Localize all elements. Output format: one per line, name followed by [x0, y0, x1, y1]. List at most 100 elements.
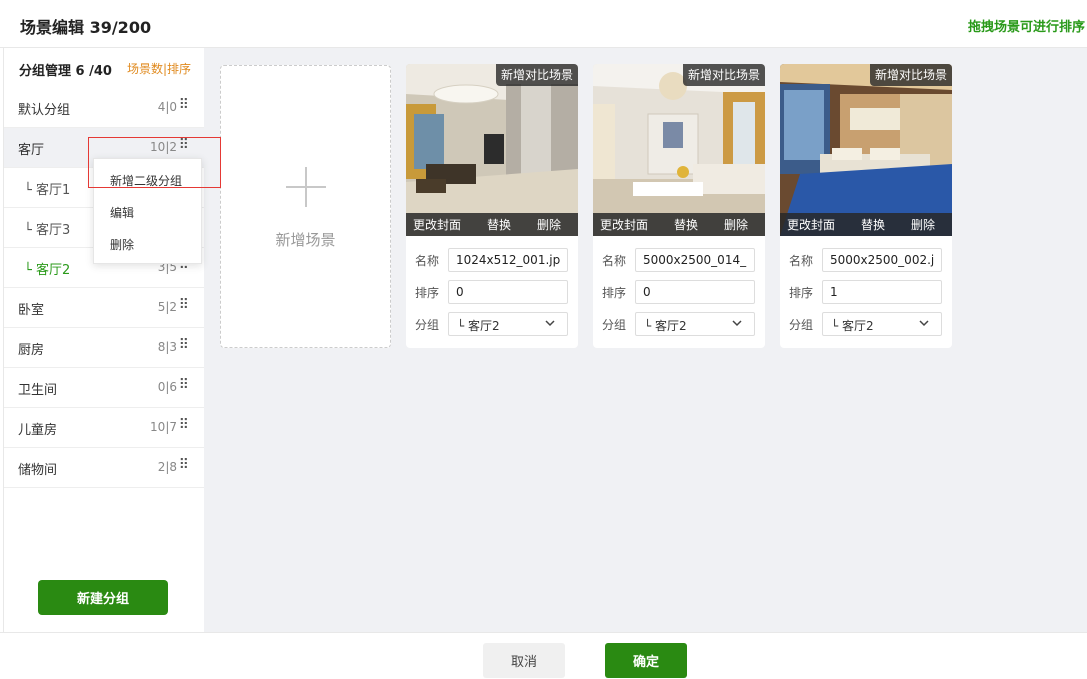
- scene-name-input[interactable]: [448, 248, 568, 272]
- chevron-down-icon: [919, 320, 929, 327]
- scene-grid: 新增场景 新增对比场景 更改封面 替换 删除 名称 1024x512_001.j…: [204, 48, 1087, 632]
- group-count: 10|7: [150, 420, 177, 434]
- chevron-down-icon: [545, 320, 555, 327]
- replace-button[interactable]: 替换: [674, 216, 698, 233]
- group-label: 分组: [789, 318, 814, 332]
- scene-thumbnail: [593, 64, 765, 236]
- group-label: 分组: [415, 318, 440, 332]
- group-label: 分组: [602, 318, 627, 332]
- add-scene-label: 新增场景: [275, 231, 336, 249]
- group-name: └ 客厅1: [24, 183, 71, 198]
- scene-sort-input[interactable]: [448, 280, 568, 304]
- scene-sort-row: 排序: [415, 280, 571, 304]
- scene-name-input[interactable]: [822, 248, 942, 272]
- group-count: 10|2: [150, 140, 177, 154]
- group-count: 2|8: [157, 460, 177, 474]
- scene-actions-bar: 更改封面 替换 删除: [780, 213, 952, 236]
- scene-group-select[interactable]: └ 客厅2: [635, 312, 755, 336]
- scene-group-select[interactable]: └ 客厅2: [822, 312, 942, 336]
- sort-label: 排序: [415, 286, 440, 300]
- group-name: └ 客厅3: [24, 223, 71, 238]
- scene-thumbnail: [406, 64, 578, 236]
- change-cover-button[interactable]: 更改封面: [600, 216, 648, 233]
- scene-name-row: 名称: [415, 248, 571, 272]
- sort-label: 排序: [602, 286, 627, 300]
- selected-group: └ 客厅2: [457, 319, 500, 333]
- delete-button[interactable]: 删除: [537, 216, 561, 233]
- scene-actions-bar: 更改封面 替换 删除: [593, 213, 765, 236]
- group-count: 8|3: [157, 340, 177, 354]
- confirm-button[interactable]: 确定: [605, 643, 687, 678]
- group-count: 0|6: [157, 380, 177, 394]
- group-context-menu: 新增二级分组 编辑 删除: [93, 158, 202, 264]
- menu-item-delete[interactable]: 删除: [110, 236, 134, 253]
- dialog-footer: 取消 确定: [0, 632, 1087, 679]
- group-name: 储物间: [18, 463, 58, 478]
- dialog-header: 场景编辑 39/200 拖拽场景可进行排序: [0, 0, 1087, 48]
- scene-name-row: 名称: [789, 248, 945, 272]
- scene-actions-bar: 更改封面 替换 删除: [406, 213, 578, 236]
- replace-button[interactable]: 替换: [487, 216, 511, 233]
- name-label: 名称: [602, 254, 627, 268]
- drag-handle-icon[interactable]: ⠿: [179, 417, 189, 433]
- scene-name-input[interactable]: [635, 248, 755, 272]
- scene-group-row: 分组 └ 客厅2: [415, 312, 571, 336]
- scene-card[interactable]: 新增对比场景 更改封面 替换 删除 名称 排序 分组 └ 客厅2: [593, 64, 765, 348]
- scene-group-row: 分组 └ 客厅2: [789, 312, 945, 336]
- group-item-kids-room[interactable]: 儿童房 10|7 ⠿: [4, 408, 205, 448]
- change-cover-button[interactable]: 更改封面: [787, 216, 835, 233]
- group-item-kitchen[interactable]: 厨房 8|3 ⠿: [4, 328, 205, 368]
- group-management-title: 分组管理 6 /40: [19, 64, 112, 79]
- group-item-default[interactable]: 默认分组 4|0 ⠿: [4, 88, 205, 128]
- add-scene-card[interactable]: 新增场景: [220, 65, 391, 348]
- add-comparison-scene-badge[interactable]: 新增对比场景: [682, 64, 765, 86]
- drag-handle-icon[interactable]: ⠿: [179, 337, 189, 353]
- group-name: 儿童房: [18, 423, 58, 438]
- group-item-storage[interactable]: 储物间 2|8 ⠿: [4, 448, 205, 488]
- add-comparison-scene-badge[interactable]: 新增对比场景: [869, 64, 952, 86]
- drag-sort-hint: 拖拽场景可进行排序: [967, 20, 1085, 35]
- scene-sort-input[interactable]: [822, 280, 942, 304]
- new-group-button[interactable]: 新建分组: [38, 580, 168, 615]
- menu-item-add-subgroup[interactable]: 新增二级分组: [110, 172, 182, 189]
- delete-button[interactable]: 删除: [911, 216, 935, 233]
- delete-button[interactable]: 删除: [724, 216, 748, 233]
- cancel-button[interactable]: 取消: [483, 643, 565, 678]
- selected-group: └ 客厅2: [831, 319, 874, 333]
- scene-group-select[interactable]: └ 客厅2: [448, 312, 568, 336]
- group-name: 厨房: [18, 343, 45, 358]
- chevron-down-icon: [732, 320, 742, 327]
- drag-handle-icon[interactable]: ⠿: [179, 297, 189, 313]
- scene-sort-input[interactable]: [635, 280, 755, 304]
- plus-icon: [286, 167, 326, 207]
- change-cover-button[interactable]: 更改封面: [413, 216, 461, 233]
- drag-handle-icon[interactable]: ⠿: [179, 97, 189, 113]
- menu-item-edit[interactable]: 编辑: [110, 204, 134, 221]
- scene-card[interactable]: 新增对比场景 更改封面 替换 删除 名称 排序 分组 └ 客厅2: [406, 64, 578, 348]
- scene-group-row: 分组 └ 客厅2: [602, 312, 758, 336]
- scene-thumbnail: [780, 64, 952, 236]
- selected-group: └ 客厅2: [644, 319, 687, 333]
- group-sidebar: 分组管理 6 /40 场景数|排序 默认分组 4|0 ⠿ 客厅 10|2 ⠿ └…: [3, 48, 205, 632]
- name-label: 名称: [415, 254, 440, 268]
- sort-label: 排序: [789, 286, 814, 300]
- group-name: 卫生间: [18, 383, 58, 398]
- drag-handle-icon[interactable]: ⠿: [179, 457, 189, 473]
- scene-name-row: 名称: [602, 248, 758, 272]
- drag-handle-icon[interactable]: ⠿: [179, 377, 189, 393]
- scene-card[interactable]: 新增对比场景 更改封面 替换 删除 名称 排序 分组 └ 客厅2: [780, 64, 952, 348]
- replace-button[interactable]: 替换: [861, 216, 885, 233]
- group-item-bedroom[interactable]: 卧室 5|2 ⠿: [4, 288, 205, 328]
- name-label: 名称: [789, 254, 814, 268]
- scene-sort-row: 排序: [602, 280, 758, 304]
- page-title: 场景编辑 39/200: [20, 18, 152, 37]
- drag-handle-icon[interactable]: ⠿: [179, 137, 189, 153]
- add-comparison-scene-badge[interactable]: 新增对比场景: [495, 64, 578, 86]
- group-name: 卧室: [18, 303, 45, 318]
- sidebar-header: 分组管理 6 /40 场景数|排序: [4, 48, 205, 88]
- sort-mode-label[interactable]: 场景数|排序: [127, 60, 191, 77]
- group-name: 客厅: [18, 143, 45, 158]
- group-item-bathroom[interactable]: 卫生间 0|6 ⠿: [4, 368, 205, 408]
- group-name: └ 客厅2: [24, 263, 71, 278]
- group-count: 5|2: [157, 300, 177, 314]
